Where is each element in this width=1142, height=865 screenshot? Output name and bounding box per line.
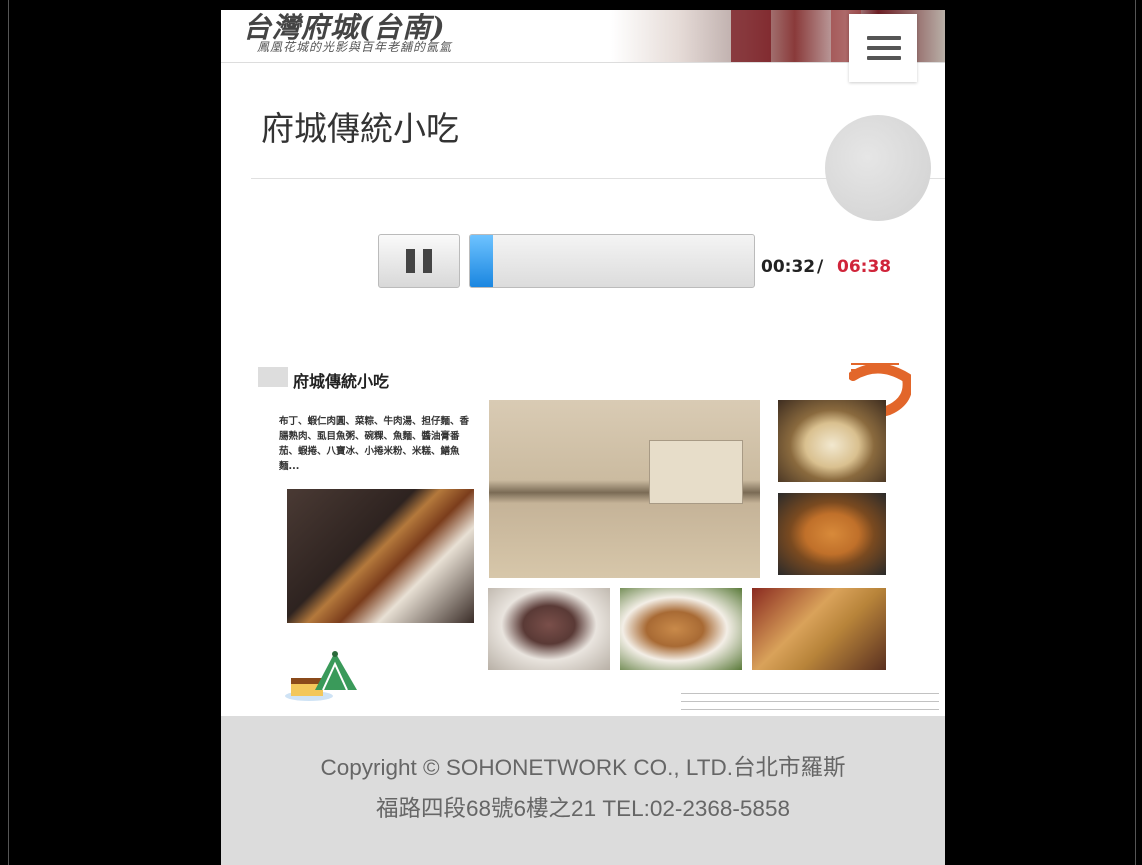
menu-bar-icon	[867, 56, 901, 60]
noodle-bowl-photo	[778, 493, 886, 575]
page: 台灣府城(台南) 鳳凰花城的光影與百年老舖的氤氳 府城傳統小吃 00:32 / …	[221, 10, 945, 865]
bowl-photo-1	[778, 400, 886, 482]
pause-icon	[406, 249, 432, 273]
footer: Copyright © SOHONETWORK CO., LTD.台北市羅斯 福…	[221, 716, 945, 865]
total-time: 06:38	[837, 257, 892, 277]
fried-food-photo	[752, 588, 886, 670]
menu-bar-icon	[867, 46, 901, 50]
progress-fill	[470, 235, 493, 287]
current-time: 00:32	[761, 257, 816, 277]
slide-description: 布丁、蝦仁肉圓、菜粽、牛肉湯、担仔麵、香腸熟肉、虱目魚粥、碗粿、魚麵、醬油膏番茄…	[279, 416, 470, 472]
slide-heading-marker	[258, 367, 288, 387]
slide-heading: 府城傳統小吃	[293, 372, 390, 391]
footer-copyright-line2: 福路四段68號6樓之21 TEL:02-2368-5858	[376, 796, 790, 821]
site-banner: 台灣府城(台南) 鳳凰花城的光影與百年老舖的氤氳	[221, 10, 945, 63]
historic-station-photo	[489, 400, 760, 578]
slide-source-notes	[681, 690, 939, 714]
zongzi-pudding-icon	[285, 651, 357, 701]
pause-button[interactable]	[378, 234, 460, 288]
audio-progress-bar[interactable]	[469, 234, 755, 288]
round-button[interactable]	[825, 115, 931, 221]
site-subtitle: 鳳凰花城的光影與百年老舖的氤氳	[257, 40, 453, 54]
rice-dish-photo	[620, 588, 742, 670]
hamburger-menu-button[interactable]	[849, 14, 917, 82]
beef-soup-photo	[488, 588, 610, 670]
station-building	[649, 440, 743, 504]
pudding-photo	[287, 489, 474, 623]
time-separator: /	[817, 257, 824, 277]
footer-copyright-line1: Copyright © SOHONETWORK CO., LTD.台北市羅斯	[320, 755, 846, 780]
menu-bar-icon	[867, 36, 901, 40]
page-title: 府城傳統小吃	[261, 109, 459, 148]
